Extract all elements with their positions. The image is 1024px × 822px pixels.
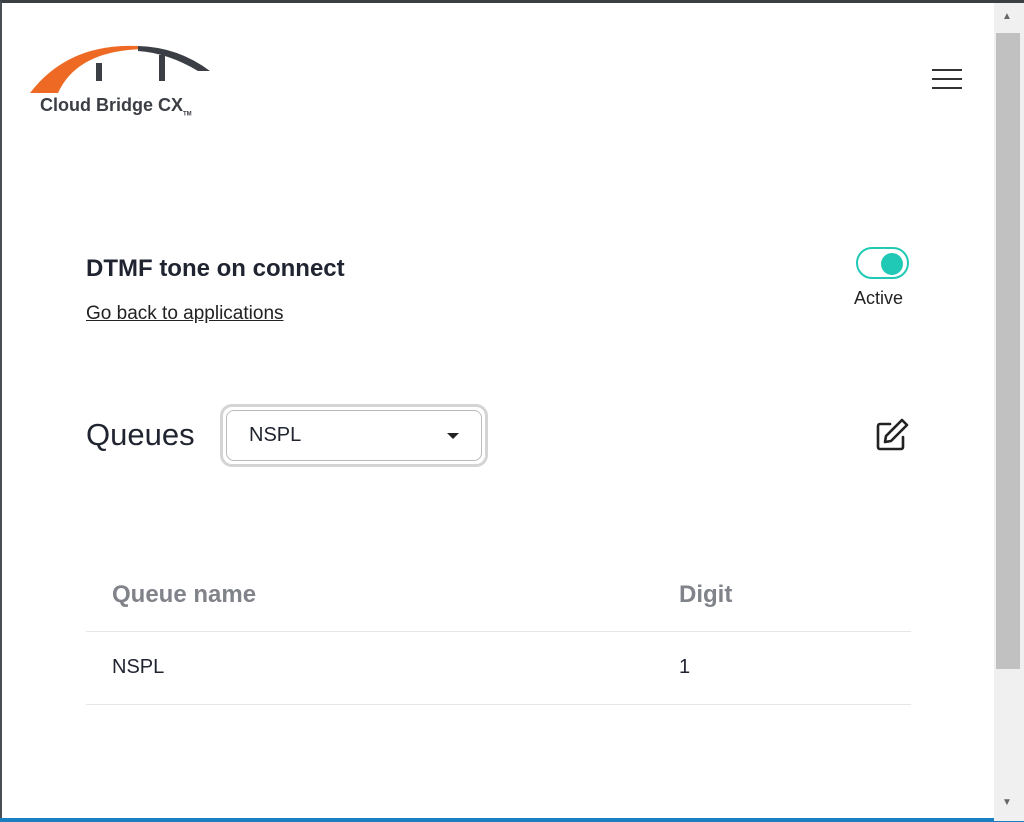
toggle-knob	[881, 253, 903, 275]
column-header-digit: Digit	[653, 559, 911, 632]
edit-button[interactable]	[874, 417, 910, 453]
cloud-bridge-logo: Cloud Bridge CXTM	[28, 41, 218, 121]
active-toggle[interactable]	[856, 247, 909, 279]
caret-down-icon	[447, 432, 459, 439]
scroll-up-arrow-icon[interactable]: ▲	[1002, 11, 1012, 22]
logo-text: Cloud Bridge CXTM	[40, 95, 192, 118]
app-window: Cloud Bridge CXTM DTMF tone on connect G…	[0, 0, 1024, 821]
bridge-logo-icon	[30, 45, 210, 93]
queue-select[interactable]: NSPL	[220, 404, 488, 467]
edit-icon	[876, 418, 909, 451]
column-header-queue-name: Queue name	[86, 559, 653, 632]
page-title: DTMF tone on connect	[86, 255, 345, 282]
scrollbar-thumb[interactable]	[996, 33, 1020, 669]
back-to-applications-link[interactable]: Go back to applications	[86, 303, 284, 325]
digit-cell: 1	[653, 631, 911, 705]
queue-name-cell: NSPL	[86, 631, 653, 705]
table-row: NSPL 1	[86, 631, 911, 705]
queues-label: Queues	[86, 417, 195, 452]
toggle-status-label: Active	[854, 288, 904, 308]
queue-select-value: NSPL	[249, 424, 302, 446]
vertical-scrollbar[interactable]: ▲ ▼	[994, 3, 1024, 821]
hamburger-menu-button[interactable]	[932, 69, 962, 91]
scroll-down-arrow-icon[interactable]: ▼	[1002, 797, 1012, 808]
queue-table: Queue name Digit NSPL 1	[86, 559, 911, 705]
